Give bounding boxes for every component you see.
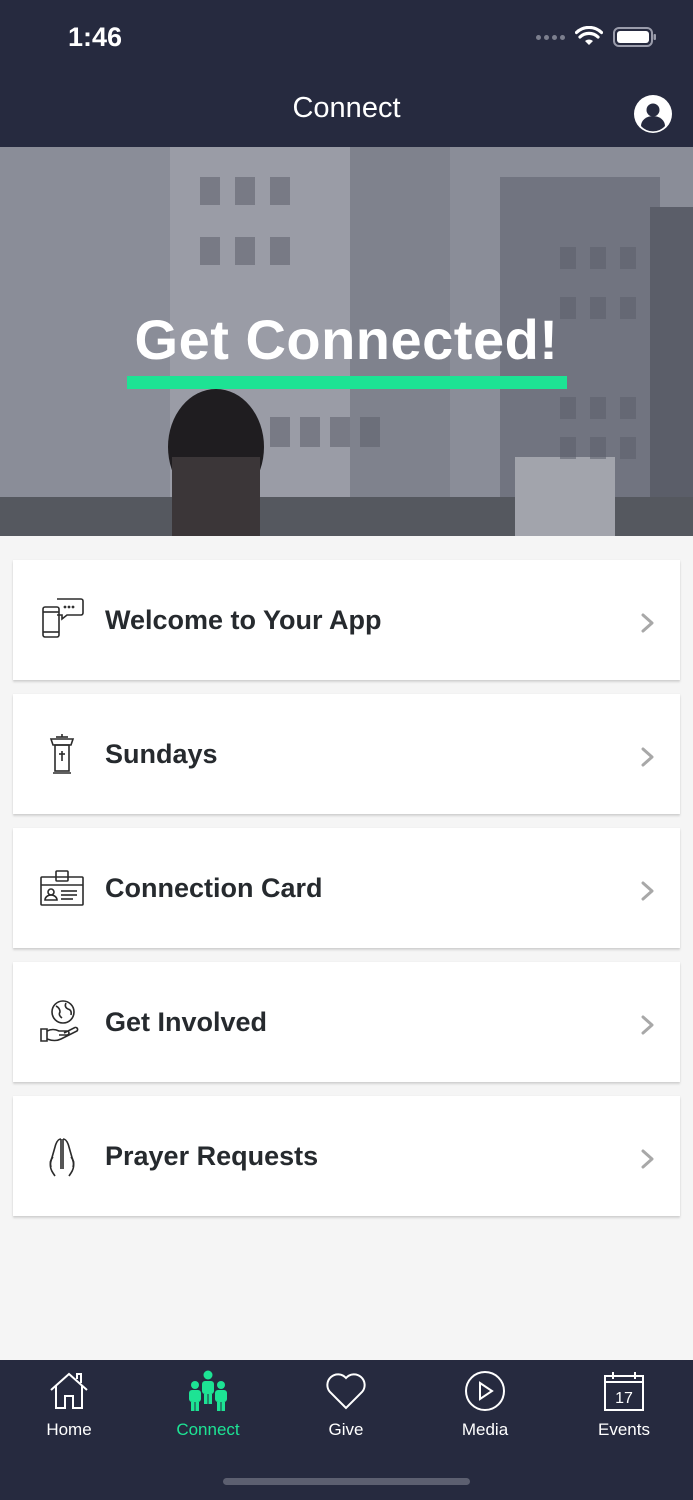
page-title: Connect <box>292 92 401 124</box>
chevron-right-icon <box>641 613 654 633</box>
chevron-right-icon <box>641 881 654 901</box>
list-item-welcome[interactable]: Welcome to Your App <box>13 560 680 680</box>
list-item-sundays[interactable]: Sundays <box>13 694 680 814</box>
list-item-label: Get Involved <box>105 1006 268 1037</box>
hero-underline <box>127 376 567 389</box>
list-item-label: Prayer Requests <box>105 1140 319 1171</box>
id-card-icon <box>40 870 84 906</box>
people-icon <box>189 1370 227 1411</box>
list-item-label: Connection Card <box>105 872 323 903</box>
phone-chat-icon <box>42 598 84 638</box>
wifi-icon <box>575 26 603 45</box>
tab-give[interactable]: Give <box>286 1370 406 1440</box>
tab-media[interactable]: Media <box>425 1370 545 1440</box>
status-time: 1:46 <box>68 22 123 52</box>
connect-menu-list: Welcome to Your App Sundays Connection C… <box>13 560 680 1230</box>
app-header: 1:46 Connect <box>0 0 693 147</box>
battery-icon <box>613 27 656 47</box>
tab-home[interactable]: Home <box>9 1370 129 1440</box>
chevron-right-icon <box>641 1015 654 1035</box>
list-item-prayer-requests[interactable]: Prayer Requests <box>13 1096 680 1216</box>
home-indicator[interactable] <box>223 1478 470 1485</box>
tab-label: Media <box>461 1420 509 1439</box>
status-icons <box>536 26 657 48</box>
calendar-icon: 17 <box>604 1372 644 1411</box>
chevron-right-icon <box>641 747 654 767</box>
home-icon <box>50 1372 88 1409</box>
list-item-connection-card[interactable]: Connection Card <box>13 828 680 948</box>
praying-hands-icon <box>49 1138 75 1177</box>
globe-hand-icon <box>40 1000 79 1042</box>
cellular-signal-icon <box>536 34 565 40</box>
heart-icon <box>326 1373 366 1410</box>
list-item-label: Sundays <box>105 738 218 769</box>
profile-icon[interactable] <box>634 95 672 133</box>
list-item-label: Welcome to Your App <box>105 604 382 635</box>
tab-connect[interactable]: Connect <box>148 1370 268 1440</box>
tab-events[interactable]: 17 Events <box>564 1370 684 1440</box>
tab-label: Home <box>46 1420 92 1439</box>
chevron-right-icon <box>641 1149 654 1169</box>
hero-banner: Get Connected! <box>0 147 693 536</box>
tab-label: Give <box>328 1420 364 1439</box>
tab-label: Connect <box>176 1420 240 1439</box>
tab-label: Events <box>598 1420 650 1439</box>
play-circle-icon <box>465 1371 505 1411</box>
hero-title: Get Connected! <box>134 308 559 371</box>
calendar-day: 17 <box>615 1390 633 1407</box>
pulpit-icon <box>49 734 75 774</box>
list-item-get-involved[interactable]: Get Involved <box>13 962 680 1082</box>
